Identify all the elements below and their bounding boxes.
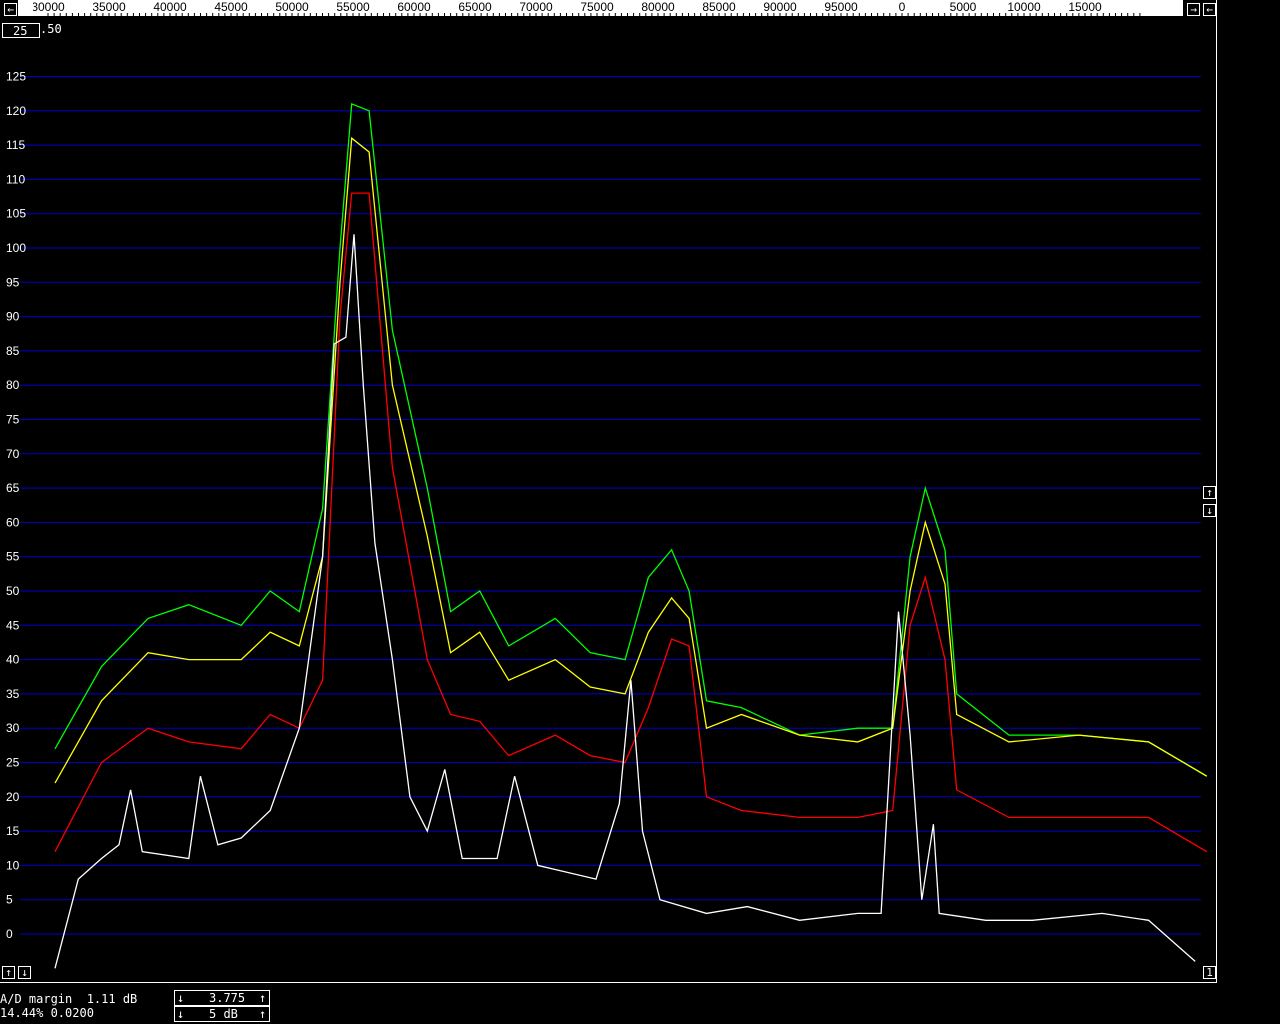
freq-tick-label: 45000	[214, 0, 248, 14]
db-tick-label: 80	[6, 378, 20, 392]
right-border	[1216, 0, 1217, 982]
gain-up-icon[interactable]: ↑	[259, 991, 266, 1005]
db-tick-label: 40	[6, 653, 20, 667]
db-tick-label: 85	[6, 344, 20, 358]
range-up-icon[interactable]: ↑	[259, 1007, 266, 1021]
range-value: 5 dB	[209, 1007, 238, 1021]
freq-tick-label: 50000	[275, 0, 309, 14]
scroll-left-button[interactable]: ←	[4, 3, 17, 16]
gain-value: 3.775	[209, 991, 246, 1005]
zero-down-button[interactable]: ↓	[18, 966, 31, 979]
db-tick-label: 60	[6, 515, 20, 529]
db-tick-label: 5	[6, 893, 13, 907]
frequency-ruler[interactable]: 30000 35000 40000 45000 50000 55000 60000 65000…	[18, 0, 1183, 18]
freq-tick-label: 30000	[31, 0, 65, 14]
bottom-border	[0, 982, 1217, 983]
freq-tick-label: 60000	[397, 0, 431, 14]
zero-up-button[interactable]: ↑	[2, 966, 15, 979]
gain-down-icon[interactable]: ↓	[177, 991, 184, 1005]
page-number-button[interactable]: 1	[1203, 966, 1216, 979]
percent-label: 14.44% 0.0200	[0, 1006, 94, 1020]
freq-tick-label: 40000	[153, 0, 187, 14]
spectrum-curve-3	[54, 234, 1196, 969]
db-tick-label: 50	[6, 584, 20, 598]
freq-tick-label: 5000	[950, 0, 977, 14]
db-tick-label: 25	[6, 756, 20, 770]
scroll-right-button[interactable]: →	[20, 3, 33, 16]
db-tick-label: 10	[6, 858, 20, 872]
freq-tick-label: 90000	[763, 0, 797, 14]
freq-tick-label: 55000	[336, 0, 370, 14]
db-tick-label: 35	[6, 687, 20, 701]
avg-count-value: 25	[13, 24, 28, 38]
freq-tick-label: 10000	[1007, 0, 1041, 14]
freq-tick-label: 70000	[519, 0, 553, 14]
freq-tick-label: 15000	[1068, 0, 1102, 14]
db-tick-label: 70	[6, 447, 20, 461]
db-tick-label: 95	[6, 275, 20, 289]
db-tick-label: 55	[6, 550, 20, 564]
gain-spinbox[interactable]: ↓ 3.775 ↑	[174, 990, 270, 1006]
freq-tick-label: 75000	[580, 0, 614, 14]
db-tick-label: 15	[6, 824, 20, 838]
range-spinbox[interactable]: ↓ 5 dB ↑	[174, 1006, 270, 1022]
spectrum-curve-0	[54, 102, 1208, 777]
db-tick-label: 20	[6, 790, 20, 804]
db-tick-label: 30	[6, 721, 20, 735]
scale-down-button[interactable]: ↓	[1203, 504, 1216, 517]
db-tick-label: 125	[6, 70, 26, 84]
freq-tick-label: 85000	[702, 0, 736, 14]
db-tick-label: 45	[6, 618, 20, 632]
freq-tick-label: 80000	[641, 0, 675, 14]
db-tick-label: 65	[6, 481, 20, 495]
freq-tick-label: 35000	[92, 0, 126, 14]
db-tick-label: 105	[6, 207, 26, 221]
db-tick-label: 75	[6, 413, 20, 427]
db-tick-label: 110	[6, 172, 25, 186]
avg-count-field[interactable]: 25	[2, 23, 40, 38]
zoom-left-button[interactable]: ←	[1203, 3, 1216, 16]
db-tick-label: 0	[6, 927, 13, 941]
db-tick-label: 90	[6, 310, 20, 324]
range-down-icon[interactable]: ↓	[177, 1007, 184, 1021]
avg-count-suffix: .50	[40, 22, 62, 36]
db-tick-label: 115	[6, 138, 25, 152]
freq-tick-label: 65000	[458, 0, 492, 14]
scale-up-button[interactable]: ↑	[1203, 486, 1216, 499]
db-tick-label: 100	[6, 241, 26, 255]
spectrum-display: 125 120 115 110 105 100 95 90 85 80 75 70 65 60 55 50 45…	[0, 0, 1280, 1024]
ad-margin-label: A/D margin 1.11 dB	[0, 992, 138, 1006]
spectrum-plot[interactable]: 1251201151101051009590858075706560555045…	[0, 0, 1280, 1024]
zoom-right-button[interactable]: →	[1187, 3, 1200, 16]
freq-tick-label: 95000	[824, 0, 858, 14]
freq-tick-label: 0	[899, 0, 906, 14]
db-tick-label: 120	[6, 104, 26, 118]
